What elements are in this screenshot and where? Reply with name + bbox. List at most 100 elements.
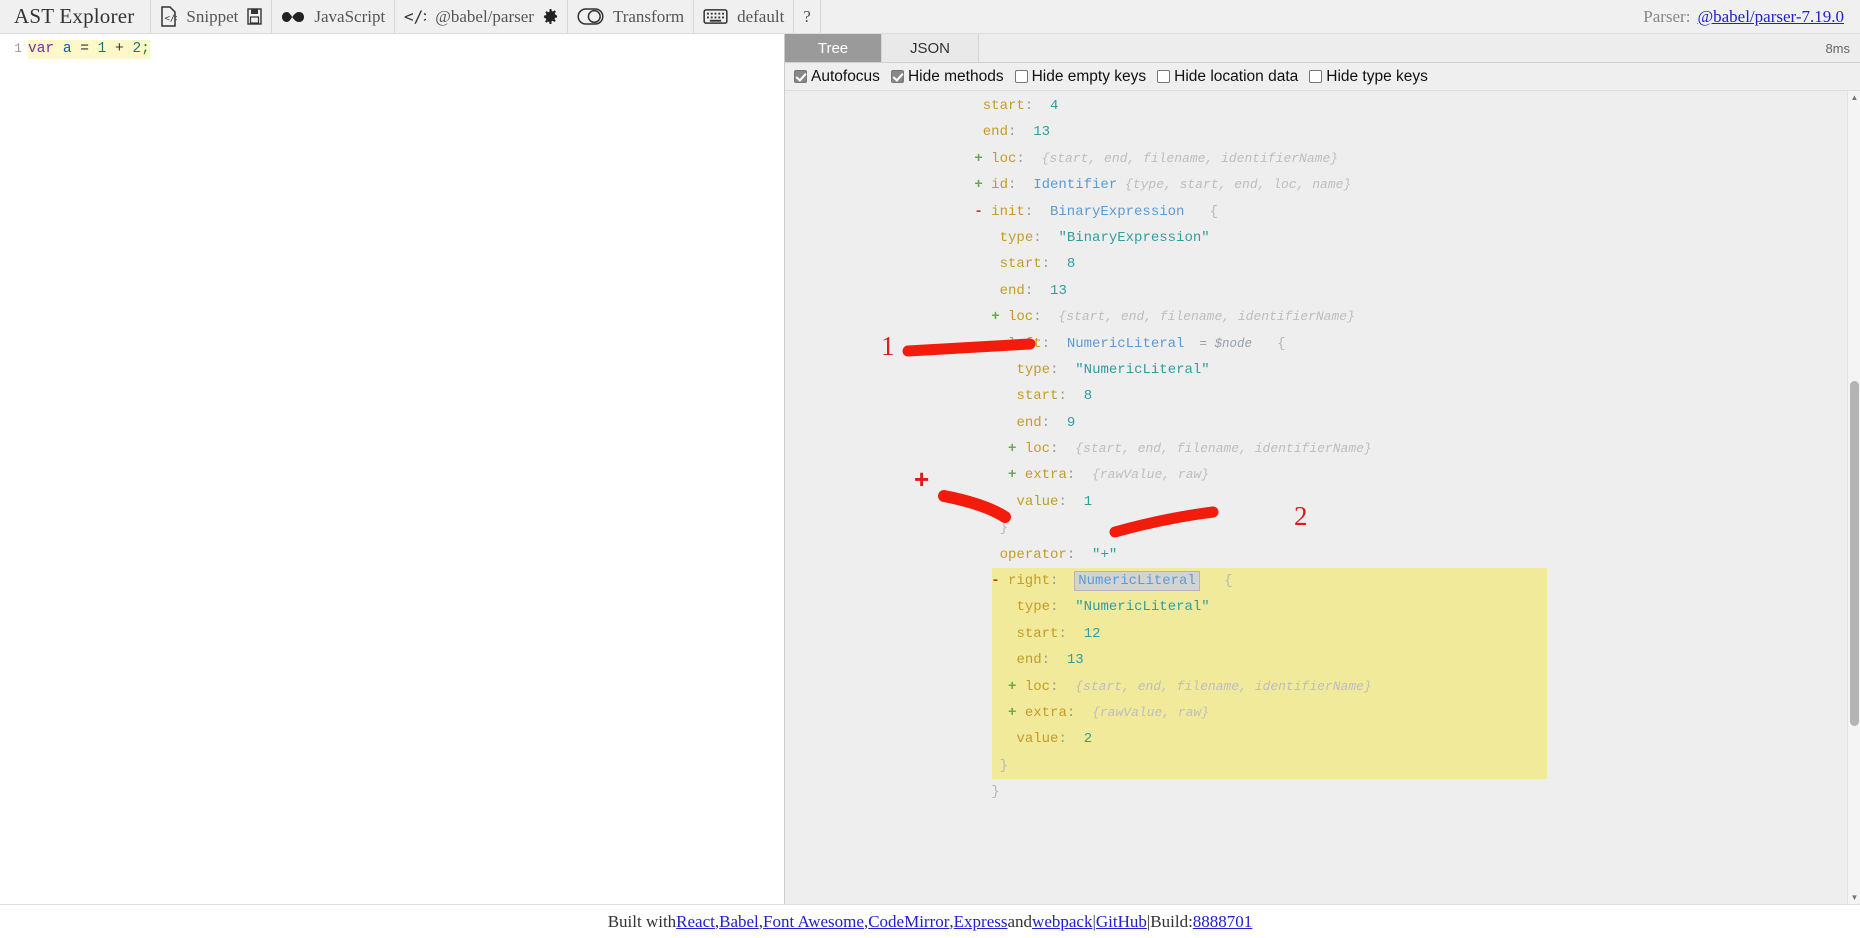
line-number: 1 [14,41,22,56]
ast-node-row[interactable]: type: "NumericLiteral" [785,357,1860,383]
code-line-1[interactable]: 1 var a = 1 + 2; [0,34,784,59]
node-value[interactable]: NumericLiteral [1067,336,1185,352]
collapse-toggle-icon[interactable]: - [974,204,991,220]
key-colon: : [1058,731,1084,748]
parser-version-link[interactable]: @babel/parser-7.19.0 [1697,7,1844,27]
toggle-switch-icon[interactable] [577,8,604,25]
ast-node-row[interactable]: type: "BinaryExpression" [785,225,1860,251]
snippet-group[interactable]: </> Snippet [151,0,271,33]
expand-toggle-icon[interactable]: + [974,177,991,193]
expand-toggle-icon[interactable]: + [974,151,991,167]
ast-node-row[interactable]: start: 12 [785,621,1860,647]
ast-node-row[interactable]: + id: Identifier {type, start, end, loc,… [785,172,1860,198]
ast-node-row[interactable]: } [785,779,1860,805]
ast-tree[interactable]: start: 4 end: 13 + loc: {start, end, filen… [785,91,1860,806]
tab-tree[interactable]: Tree [785,34,882,62]
footer-link-express[interactable]: Express [954,912,1008,932]
ast-node-row[interactable]: value: 2 [785,726,1860,752]
keymap-group[interactable]: default [694,0,793,33]
ast-node-row[interactable]: end: 13 [785,647,1860,673]
node-value: 2 [1083,731,1093,748]
ast-node-row[interactable]: + loc: {start, end, filename, identifier… [785,146,1860,172]
node-key: start [982,98,1025,114]
footer-link-github[interactable]: GitHub [1096,912,1147,932]
key-colon: : [1066,546,1093,563]
node-key: extra [1024,704,1067,721]
option-hide-methods[interactable]: Hide methods [890,68,1004,86]
ast-node-row[interactable]: - init: BinaryExpression { [785,199,1860,225]
node-value[interactable]: Identifier [1033,177,1117,193]
help-question-icon[interactable]: ? [803,7,811,27]
ast-node-row[interactable]: } [785,515,1860,541]
footer-link-babel[interactable]: Babel [719,912,759,932]
key-colon: : [1024,203,1050,220]
gear-icon[interactable] [543,9,558,24]
page-footer: Built with React, Babel, Font Awesome, C… [0,904,1860,938]
ast-node-row[interactable]: + extra: {rawValue, raw} [785,700,1860,726]
footer-link-font-awesome[interactable]: Font Awesome [763,912,864,932]
code-editor-pane[interactable]: 1 var a = 1 + 2; [0,34,785,904]
expand-toggle-icon[interactable]: + [1008,705,1025,721]
code-token-3: = [71,41,98,57]
help-group[interactable]: ? [794,0,820,33]
footer-build-hash[interactable]: 8888701 [1193,912,1253,932]
code-brackets-icon: </> [404,8,426,26]
open-brace: { [1251,335,1286,352]
ast-node-row[interactable]: + loc: {start, end, filename, identifier… [785,304,1860,330]
floppy-disk-icon[interactable] [247,8,263,25]
footer-link-react[interactable]: React [676,912,715,932]
checkbox-hide-location-data[interactable] [1157,70,1171,83]
option-autofocus[interactable]: Autofocus [794,68,880,86]
code-token-5: + [106,41,133,57]
ast-node-row[interactable]: start: 8 [785,383,1860,409]
transform-group[interactable]: Transform [568,0,693,33]
tab-json[interactable]: JSON [882,34,979,62]
option-hide-location-data[interactable]: Hide location data [1157,68,1298,86]
ast-node-row[interactable]: operator: "+" [785,542,1860,568]
ast-tree-scroll[interactable]: start: 4 end: 13 + loc: {start, end, filen… [785,91,1860,904]
ast-node-row[interactable]: - left: NumericLiteral = $node { [785,331,1860,357]
ast-node-row[interactable]: start: 4 [785,93,1860,119]
node-key: right [1008,573,1051,590]
checkbox-hide-type-keys[interactable] [1309,70,1323,83]
parser-group[interactable]: </> @babel/parser [395,0,567,33]
node-value[interactable]: NumericLiteral [1074,571,1200,592]
scroll-down-arrow[interactable]: ▼ [1848,891,1860,904]
code-text[interactable]: var a = 1 + 2; [28,40,150,59]
ast-node-row[interactable]: - right: NumericLiteral { [785,568,1860,594]
node-value[interactable]: BinaryExpression [1050,204,1184,220]
expand-toggle-icon[interactable]: + [991,309,1008,325]
collapse-toggle-icon[interactable]: - [991,336,1008,352]
ast-node-row[interactable]: start: 8 [785,251,1860,277]
key-colon: : [1050,678,1076,695]
code-token-7: ; [141,41,150,57]
ast-node-row[interactable]: + extra: {rawValue, raw} [785,462,1860,488]
option-hide-type-keys[interactable]: Hide type keys [1309,68,1428,86]
checkbox-hide-empty-keys[interactable] [1014,70,1028,83]
expand-toggle-icon[interactable]: + [1008,467,1025,483]
checkbox-hide-methods[interactable] [890,70,904,83]
option-hide-empty-keys[interactable]: Hide empty keys [1014,68,1146,86]
expand-toggle-icon[interactable]: + [1008,679,1025,695]
ast-node-row[interactable]: end: 13 [785,278,1860,304]
ast-node-row[interactable]: + loc: {start, end, filename, identifier… [785,674,1860,700]
expand-toggle-icon[interactable]: + [1008,441,1025,457]
ast-node-row[interactable]: end: 9 [785,410,1860,436]
footer-link-webpack[interactable]: webpack [1032,912,1092,932]
ast-output-pane: Tree JSON 8ms Autofocus Hide methods Hide … [785,34,1860,904]
collapse-toggle-icon[interactable]: - [991,573,1008,589]
ast-node-row[interactable]: type: "NumericLiteral" [785,594,1860,620]
node-key: value [1016,731,1059,748]
key-colon: : [1066,704,1093,721]
code-token-1 [54,41,63,57]
language-group[interactable]: JavaScript [272,0,394,33]
footer-link-codemirror[interactable]: CodeMirror [868,912,949,932]
ast-node-row[interactable]: value: 1 [785,489,1860,515]
checkbox-autofocus[interactable] [794,70,807,83]
ast-node-row[interactable]: end: 13 [785,119,1860,145]
ast-node-row[interactable]: } [785,753,1860,779]
option-label: Hide location data [1174,67,1299,85]
ast-node-row[interactable]: + loc: {start, end, filename, identifier… [785,436,1860,462]
node-key: id [991,177,1008,194]
keyboard-icon [703,8,728,25]
